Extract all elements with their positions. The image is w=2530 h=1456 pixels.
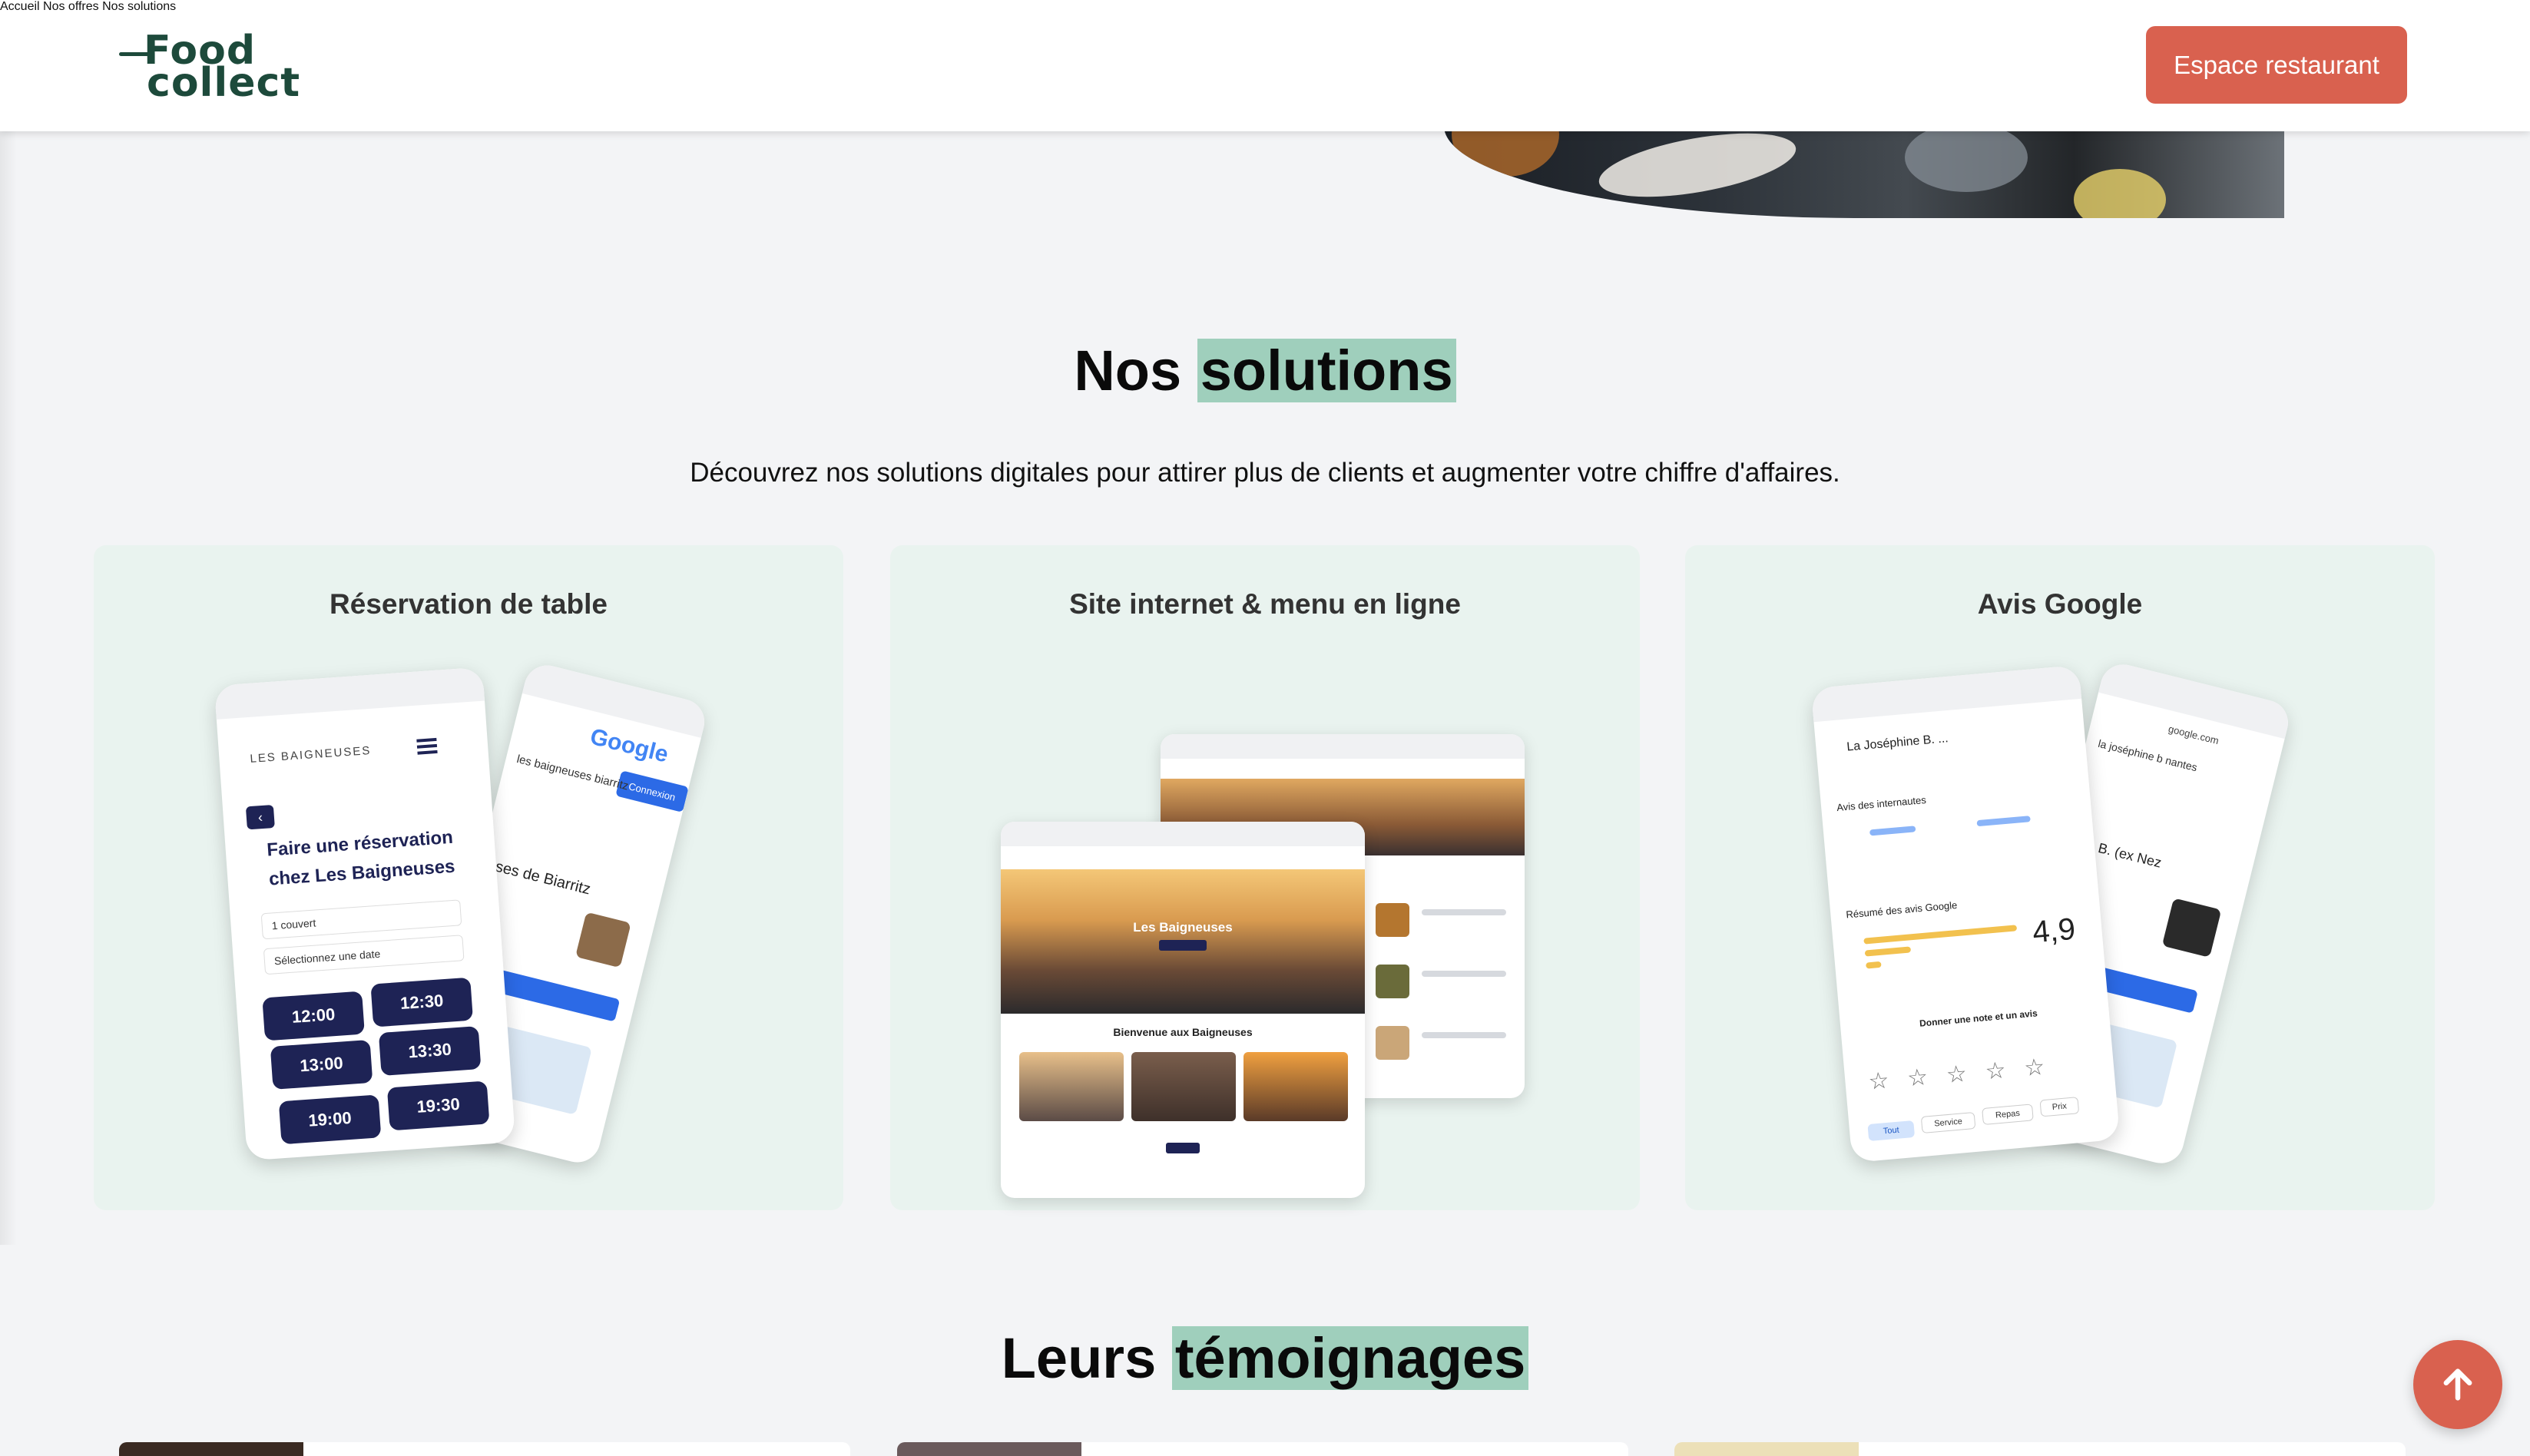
mock-chip: Repas	[1982, 1104, 2034, 1126]
logo-word-collect: collect	[147, 60, 301, 106]
espace-restaurant-button[interactable]: Espace restaurant	[2146, 26, 2407, 104]
mock-chip: Tout	[1867, 1120, 1916, 1142]
testimonials-heading-plain: Leurs	[1001, 1326, 1157, 1390]
time-slot: 12:30	[370, 977, 474, 1027]
mock-brand: LES BAIGNEUSES	[249, 743, 372, 766]
place-name: uses de Biarritz	[485, 855, 593, 898]
card-title: Site internet & menu en ligne	[1069, 588, 1461, 620]
mock-field-date: Sélectionnez une date	[263, 935, 465, 975]
time-slot: 13:00	[270, 1039, 373, 1090]
site-header: Food collect Accueil Nos offres Nos solu…	[0, 0, 2530, 131]
google-reviews-phone-mockup: La Joséphine B. ... Avis des internautes…	[1810, 664, 2121, 1163]
solution-card-google-reviews[interactable]: Avis Google google.com la joséphine b na…	[1685, 545, 2435, 1210]
time-slot: 12:00	[262, 991, 365, 1041]
solutions-heading-highlight: solutions	[1197, 339, 1456, 402]
mock-chip: Service	[1920, 1111, 1976, 1133]
mock-give-review: Donner une note et un avis	[1919, 1008, 2038, 1029]
solutions-subtitle: Découvrez nos solutions digitales pour a…	[690, 458, 1840, 488]
back-to-top-button[interactable]	[2413, 1340, 2502, 1429]
mock-summary-title: Résumé des avis Google	[1845, 898, 1958, 921]
mock-place-title: La Joséphine B. ...	[1846, 732, 1949, 754]
card-title: Réservation de table	[329, 588, 608, 620]
mock-rating: 4,9	[2031, 912, 2077, 950]
testimonials-heading-highlight: témoignages	[1171, 1326, 1529, 1390]
website-mockup-front: Les Baigneuses Bienvenue aux Baigneuses	[1001, 822, 1365, 1198]
google-wordmark: Google	[588, 723, 671, 768]
solution-card-reservation[interactable]: Réservation de table Google Connexion le…	[94, 545, 843, 1210]
solutions-heading-plain: Nos	[1074, 339, 1182, 402]
nav-accueil[interactable]: Accueil	[0, 0, 40, 13]
solution-card-website[interactable]: Site internet & menu en ligne Les Baigne…	[890, 545, 1640, 1210]
card-title: Avis Google	[1977, 588, 2143, 620]
testimonials-heading: Leurs témoignages	[0, 1325, 2530, 1391]
testimonial-card[interactable]	[897, 1442, 1628, 1456]
mock-url: google.com	[2167, 723, 2220, 747]
mock-heading: Faire une réservation chez Les Baigneuse…	[266, 826, 456, 890]
mock-chip: Prix	[2039, 1097, 2080, 1117]
testimonial-card[interactable]	[1674, 1442, 2406, 1456]
testimonial-card[interactable]	[119, 1442, 850, 1456]
back-icon: ‹	[245, 804, 275, 830]
nav-nos-offres[interactable]: Nos offres	[43, 0, 99, 13]
time-slot: 19:30	[386, 1080, 490, 1131]
arrow-up-icon	[2443, 1368, 2472, 1401]
mock-welcome-text: Bienvenue aux Baigneuses	[1113, 1026, 1253, 1038]
time-slot: 19:00	[278, 1094, 382, 1145]
mock-stars: ☆☆☆☆☆	[1867, 1052, 2065, 1095]
mock-section-title: Avis des internautes	[1836, 793, 1927, 814]
mock-hero-text: Les Baigneuses	[1133, 920, 1233, 935]
page-edge-shadow	[0, 131, 17, 1245]
mock-search-text: la joséphine b nantes	[2097, 736, 2199, 774]
reservation-phone-mockup: LES BAIGNEUSES ‹ Faire une réservation c…	[214, 667, 516, 1161]
solutions-heading: Nos solutions	[0, 338, 2530, 403]
mock-field-covers: 1 couvert	[260, 899, 462, 940]
time-slot: 13:30	[378, 1026, 482, 1076]
foodcollect-logo[interactable]: Food collect	[119, 31, 300, 103]
nav-nos-solutions[interactable]: Nos solutions	[102, 0, 176, 13]
google-search-text: les baigneuses biarritz	[515, 753, 630, 793]
menu-icon	[416, 737, 437, 743]
